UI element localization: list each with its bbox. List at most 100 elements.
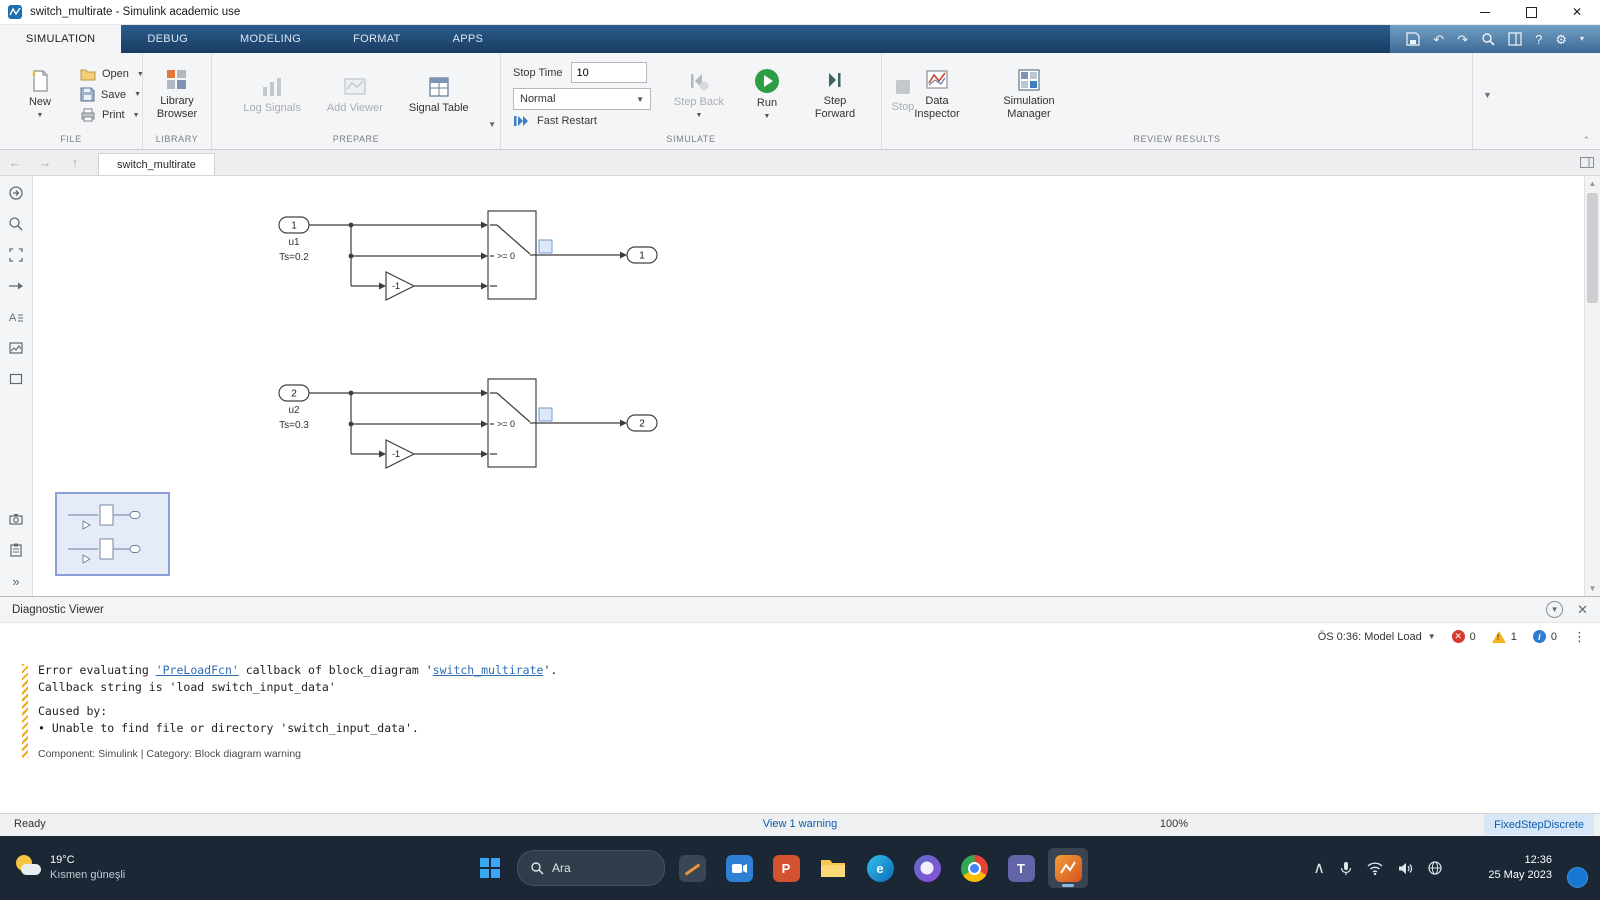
tab-debug[interactable]: DEBUG <box>121 25 214 53</box>
tab-apps[interactable]: APPS <box>427 25 510 53</box>
ribbon-collapse-icon[interactable]: ⌃ <box>1582 135 1590 146</box>
switch-badge[interactable] <box>538 239 553 254</box>
canvas-vertical-scrollbar[interactable]: ▲ ▼ <box>1584 176 1600 596</box>
volume-tray-icon[interactable] <box>1398 862 1413 875</box>
windows-taskbar: 19°C Kısmen güneşli Ara P e T ∧ 12:36 25… <box>0 836 1600 900</box>
model-canvas[interactable]: 1 u1 Ts=0.2 -1 >= 0 1 2 u2 Ts=0.3 -1 >= … <box>33 176 1584 596</box>
close-button[interactable]: ✕ <box>1554 0 1600 24</box>
add-viewer-button[interactable]: Add Viewer <box>323 72 387 118</box>
signal-routing-icon[interactable] <box>7 277 25 295</box>
weather-widget[interactable]: 19°C Kısmen güneşli <box>10 836 131 900</box>
solver-name[interactable]: FixedStepDiscrete <box>1484 814 1594 835</box>
diagnostic-viewer-header[interactable]: Diagnostic Viewer ▼ ✕ <box>0 597 1600 623</box>
tab-simulation[interactable]: SIMULATION <box>0 25 122 53</box>
diagnostic-collapse-icon[interactable]: ▼ <box>1546 601 1564 618</box>
step-forward-icon <box>829 73 841 88</box>
save-button[interactable]: Save ▼ <box>76 86 148 103</box>
minimize-button[interactable] <box>1462 0 1508 24</box>
preloadfcn-link[interactable]: 'PreLoadFcn' <box>156 663 239 677</box>
scrollbar-thumb[interactable] <box>1587 193 1598 303</box>
insert-image-icon[interactable] <box>7 339 25 357</box>
annotation-icon[interactable]: A <box>7 308 25 326</box>
expand-palette-chevrons-icon[interactable]: » <box>7 572 25 590</box>
prepare-gallery-expand-icon[interactable]: ▼ <box>488 120 496 129</box>
scroll-up-icon[interactable]: ▲ <box>1585 176 1600 191</box>
more-tools-chevron-icon[interactable]: ▼ <box>1483 90 1492 100</box>
enter-referenced-model-icon[interactable] <box>7 184 25 202</box>
property-panel-toggle-icon[interactable] <box>1574 150 1600 175</box>
nav-up-button[interactable]: ↑ <box>60 150 90 175</box>
library-browser-button[interactable]: Library Browser <box>145 65 209 123</box>
error-filter-button[interactable]: ✕ 0 <box>1451 630 1476 643</box>
new-button[interactable]: New ▼ <box>8 66 72 123</box>
maximize-button[interactable] <box>1508 0 1554 24</box>
info-filter-button[interactable]: i 0 <box>1532 630 1557 643</box>
search-icon[interactable] <box>1481 32 1495 46</box>
taskbar-app-edge[interactable]: e <box>860 848 900 888</box>
run-button[interactable]: Run ▼ <box>735 65 799 124</box>
print-button[interactable]: Print ▼ <box>76 107 148 123</box>
switch-badge[interactable] <box>538 407 553 422</box>
wifi-tray-icon[interactable] <box>1367 861 1383 875</box>
undo-icon[interactable]: ↶ <box>1433 33 1444 46</box>
stop-time-label: Stop Time <box>513 66 563 79</box>
subsystem-1[interactable]: 1 u1 Ts=0.2 -1 >= 0 1 <box>278 210 658 301</box>
stop-time-input[interactable] <box>570 62 647 83</box>
simulation-manager-button[interactable]: Simulation Manager <box>990 65 1068 123</box>
taskbar-app-teams[interactable]: T <box>1001 848 1041 888</box>
diagnostic-close-icon[interactable]: ✕ <box>1577 602 1588 618</box>
log-signals-button[interactable]: Log Signals <box>239 72 305 118</box>
section-overflow: ▼ ⌃ <box>1473 53 1600 149</box>
scroll-down-icon[interactable]: ▼ <box>1585 581 1600 596</box>
open-button[interactable]: Open ▼ <box>76 66 148 82</box>
diagnostic-stage-dropdown[interactable]: ÖS 0:36: Model Load ▼ <box>1318 631 1436 643</box>
taskbar-app-camera[interactable] <box>719 848 759 888</box>
data-inspector-button[interactable]: Data Inspector <box>898 65 976 123</box>
taskbar-search-box[interactable]: Ara <box>517 850 665 886</box>
language-globe-tray-icon[interactable] <box>1428 861 1442 875</box>
tab-modeling[interactable]: MODELING <box>214 25 327 53</box>
signal-table-button[interactable]: Signal Table <box>405 72 473 118</box>
fit-to-view-icon[interactable] <box>7 246 25 264</box>
model-link[interactable]: switch_multirate <box>433 663 544 677</box>
settings-gear-icon[interactable]: ⚙ <box>1555 33 1567 46</box>
view-warning-link[interactable]: View 1 warning <box>763 818 837 830</box>
taskbar-clock[interactable]: 12:36 25 May 2023 <box>1488 836 1552 900</box>
minimap-overview[interactable] <box>55 492 170 576</box>
simulation-mode-select[interactable]: Normal ▼ <box>513 88 651 110</box>
microphone-tray-icon[interactable] <box>1340 861 1352 876</box>
model-tab[interactable]: switch_multirate <box>98 153 215 175</box>
warning-filter-button[interactable]: 1 <box>1491 630 1517 643</box>
draw-area-icon[interactable] <box>7 370 25 388</box>
taskbar-app-paint[interactable] <box>672 848 712 888</box>
help-icon[interactable]: ? <box>1535 33 1542 46</box>
diagnostic-menu-kebab-icon[interactable]: ⋮ <box>1573 629 1586 645</box>
warning-squiggle-marker <box>22 664 28 758</box>
fast-restart-toggle[interactable]: Fast Restart <box>513 115 651 127</box>
taskbar-app-messenger[interactable] <box>907 848 947 888</box>
layout-icon[interactable] <box>1508 32 1522 46</box>
taskbar-app-explorer[interactable] <box>813 848 853 888</box>
viewmark-browser-icon[interactable] <box>7 541 25 559</box>
quick-save-icon[interactable] <box>1406 32 1420 46</box>
print-label: Print <box>102 109 125 121</box>
tab-format[interactable]: FORMAT <box>327 25 426 53</box>
step-forward-button[interactable]: Step Forward <box>803 65 867 123</box>
viewmark-camera-icon[interactable] <box>7 510 25 528</box>
nav-back-button[interactable]: ← <box>0 150 30 175</box>
quickbar-dropdown-icon[interactable]: ▾ <box>1580 35 1584 43</box>
nav-forward-button[interactable]: → <box>30 150 60 175</box>
tray-hidden-icons-chevron[interactable]: ∧ <box>1313 858 1325 878</box>
subsystem-2[interactable]: 2 u2 Ts=0.3 -1 >= 0 2 <box>278 378 658 469</box>
zoom-icon[interactable] <box>7 215 25 233</box>
warning-message: Error evaluating 'PreLoadFcn' callback o… <box>22 662 1580 762</box>
workspace: A » 1 u1 Ts=0.2 -1 >= 0 1 2 u2 Ts=0.3 -1… <box>0 176 1600 596</box>
taskbar-app-chrome[interactable] <box>954 848 994 888</box>
redo-icon[interactable]: ↷ <box>1457 33 1468 46</box>
step-back-button[interactable]: Step Back ▼ <box>667 66 731 123</box>
notification-badge[interactable] <box>1567 867 1588 888</box>
taskbar-app-powerpoint[interactable]: P <box>766 848 806 888</box>
taskbar-app-matlab[interactable] <box>1048 848 1088 888</box>
edge-app-icon: e <box>866 854 894 882</box>
start-button[interactable] <box>470 848 510 888</box>
